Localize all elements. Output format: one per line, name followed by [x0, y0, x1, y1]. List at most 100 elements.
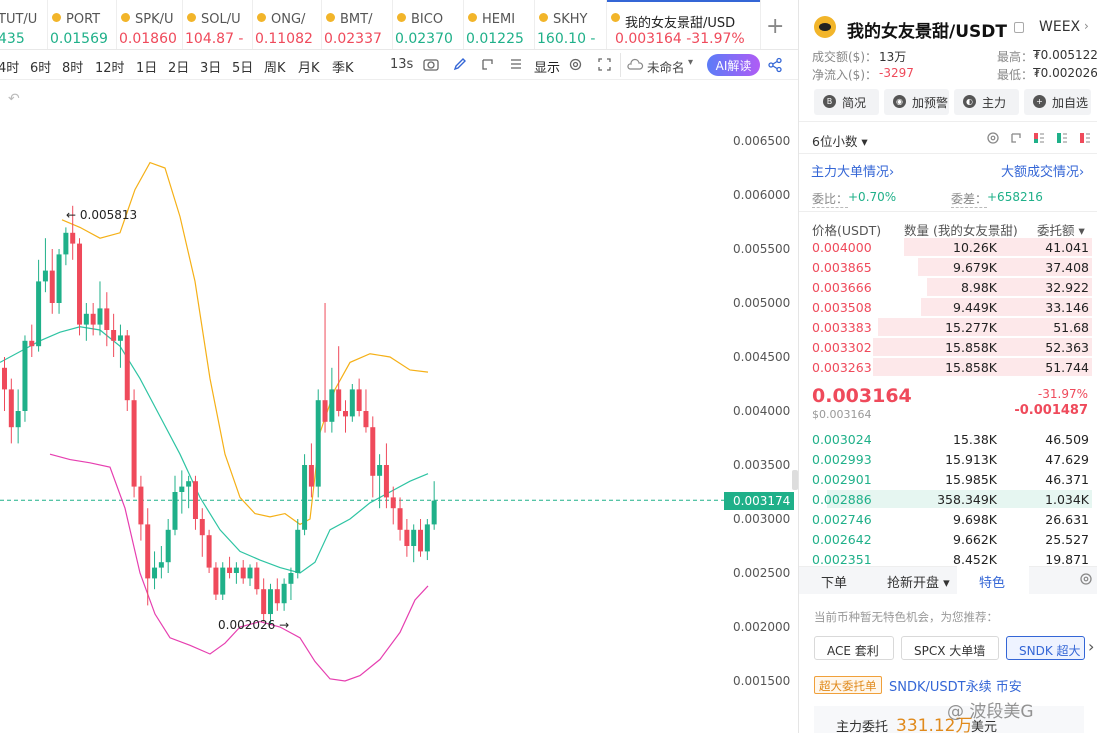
high-label: 最高：: [997, 50, 1034, 64]
depth-icon[interactable]: [1009, 131, 1023, 145]
symbol-tab-5[interactable]: BMT/0.02337: [322, 0, 393, 49]
camera-icon[interactable]: [423, 57, 439, 71]
tab-new-listing[interactable]: 抢新开盘 ▾: [887, 572, 950, 591]
net-inflow-label: 净流入($)：: [812, 68, 877, 82]
ask-row[interactable]: 0.003666 8.98K 32.922: [799, 277, 1097, 297]
bid-row[interactable]: 0.002886 358.349K 1.034K: [799, 489, 1097, 509]
fullscreen-icon[interactable]: [597, 57, 612, 72]
countdown: 13s: [390, 57, 414, 72]
copy-icon[interactable]: [1014, 22, 1024, 33]
main-force-button[interactable]: ◐ 主力: [954, 89, 1019, 115]
symbol-tab-9[interactable]: 我的女友景甜/USD 0.003164 -31.97%: [607, 0, 761, 49]
tab-order[interactable]: 下单: [821, 572, 847, 591]
undo-icon[interactable]: ↶: [8, 91, 20, 107]
symbol-tab-4[interactable]: ONG/0.11082: [253, 0, 322, 49]
ask-row[interactable]: 0.003508 9.449K 33.146: [799, 297, 1097, 317]
order-price: 0.003865: [812, 260, 872, 275]
overview-button[interactable]: B 简况: [814, 89, 879, 115]
layout-name[interactable]: 未命名: [647, 57, 685, 76]
plus-icon: +: [1033, 95, 1046, 108]
timeframe-1[interactable]: 6时: [30, 57, 51, 76]
symbol-tab-0[interactable]: TUT/U 435: [0, 0, 48, 49]
symbol-tab-8[interactable]: SKHY 160.10 -: [535, 0, 607, 49]
order-qty: 15.858K: [945, 360, 997, 375]
timeframe-4[interactable]: 1日: [136, 57, 157, 76]
asks-only-icon[interactable]: [1078, 131, 1092, 145]
ask-row[interactable]: 0.003383 15.277K 51.68: [799, 317, 1097, 337]
timeframe-2[interactable]: 8时: [62, 57, 83, 76]
exchange-name[interactable]: WEEX: [1039, 19, 1080, 35]
bid-row[interactable]: 0.002993 15.913K 47.629: [799, 449, 1097, 469]
timeframe-10[interactable]: 季K: [332, 57, 354, 76]
symbol-tab-3[interactable]: SOL/U 104.87 -: [183, 0, 253, 49]
bid-row[interactable]: 0.002351 8.452K 19.871: [799, 549, 1097, 569]
candle-body: [383, 465, 389, 498]
decimals-select[interactable]: 6位小数 ▾: [812, 131, 868, 150]
ai-button[interactable]: AI解读: [707, 54, 760, 76]
display-button[interactable]: 显示: [534, 57, 560, 76]
chip-sndk[interactable]: SNDK 超大: [1006, 636, 1085, 660]
candlestick-chart[interactable]: 0.006500 0.006000 0.005500 0.005000 0.004500…: [0, 81, 798, 733]
timeframe-8[interactable]: 周K: [264, 57, 286, 76]
divider: [799, 153, 1097, 154]
chip-spcx-wall[interactable]: SPCX 大单墙: [901, 636, 999, 660]
menu-icon[interactable]: [509, 57, 523, 71]
cursor-icon[interactable]: [480, 57, 496, 72]
timeframe-6[interactable]: 3日: [200, 57, 221, 76]
chevron-right-icon[interactable]: ›: [1084, 19, 1089, 33]
chip-ace-arbitrage[interactable]: ACE 套利: [814, 636, 894, 660]
order-price: 0.002642: [812, 532, 872, 547]
y-tick-label: 0.003500: [733, 458, 790, 472]
candle-body: [363, 411, 369, 428]
pencil-icon[interactable]: [452, 57, 468, 72]
candle-body: [240, 567, 246, 579]
timeframe-3[interactable]: 12时: [95, 57, 125, 76]
bid-row[interactable]: 0.002901 15.985K 46.371: [799, 469, 1097, 489]
timeframe-0[interactable]: 4时: [0, 57, 19, 76]
bid-row[interactable]: 0.002642 9.662K 25.527: [799, 529, 1097, 549]
bid-row[interactable]: 0.003024 15.38K 46.509: [799, 429, 1097, 449]
candle-body: [377, 465, 383, 476]
sndk-pair-link[interactable]: SNDK/USDT永续 币安: [889, 676, 1022, 695]
symbol-tab-7[interactable]: HEMI 0.01225: [464, 0, 535, 49]
candle-body: [192, 481, 198, 519]
high-value: ₮0.005122: [1033, 48, 1097, 62]
settings-icon[interactable]: [1079, 572, 1093, 586]
order-price: 0.003024: [812, 432, 872, 447]
tab-price: 0.01225: [466, 31, 524, 47]
large-trade-link[interactable]: 大额成交情况›: [1001, 161, 1084, 180]
bids-only-icon[interactable]: [1055, 131, 1069, 145]
main-order-link[interactable]: 主力大单情况›: [811, 161, 894, 180]
candle-body: [56, 254, 62, 303]
add-watchlist-button[interactable]: + 加自选: [1024, 89, 1091, 115]
tab-feature[interactable]: 特色: [979, 572, 1005, 591]
bid-row[interactable]: 0.002746 9.698K 26.631: [799, 509, 1097, 529]
ask-row[interactable]: 0.003302 15.858K 52.363: [799, 337, 1097, 357]
chevron-down-icon[interactable]: ▾: [688, 57, 693, 68]
symbol-tab-2[interactable]: SPK/U 0.01860: [117, 0, 183, 49]
settings-icon[interactable]: [986, 131, 1000, 145]
timeframe-9[interactable]: 月K: [298, 57, 320, 76]
timeframe-7[interactable]: 5日: [232, 57, 253, 76]
order-amount: 33.146: [1045, 300, 1089, 315]
timeframe-5[interactable]: 2日: [168, 57, 189, 76]
tab-price: 0.02370: [395, 31, 453, 47]
ask-row[interactable]: 0.003263 15.858K 51.744: [799, 357, 1097, 377]
ask-row[interactable]: 0.003865 9.679K 37.408: [799, 257, 1097, 277]
last-price: 0.003164: [812, 385, 912, 407]
ask-row[interactable]: 0.004000 10.26K 41.041: [799, 237, 1097, 257]
order-amount: 26.631: [1045, 512, 1089, 527]
add-tab-icon[interactable]: +: [766, 14, 784, 39]
gear-icon[interactable]: [568, 57, 583, 72]
order-qty: 10.26K: [953, 240, 997, 255]
tab-price: 0.11082: [255, 31, 313, 47]
symbol-tab-6[interactable]: BICO 0.02370: [393, 0, 464, 49]
symbol-tab-1[interactable]: PORT 0.01569: [48, 0, 117, 49]
candle-body: [329, 389, 335, 422]
alert-button[interactable]: ◉ 加预警: [884, 89, 949, 115]
both-sides-icon[interactable]: [1032, 131, 1046, 145]
moving-average-line: [0, 326, 429, 574]
chevron-right-icon[interactable]: ›: [1088, 637, 1094, 656]
share-icon[interactable]: [767, 57, 783, 73]
order-price: 0.002993: [812, 452, 872, 467]
